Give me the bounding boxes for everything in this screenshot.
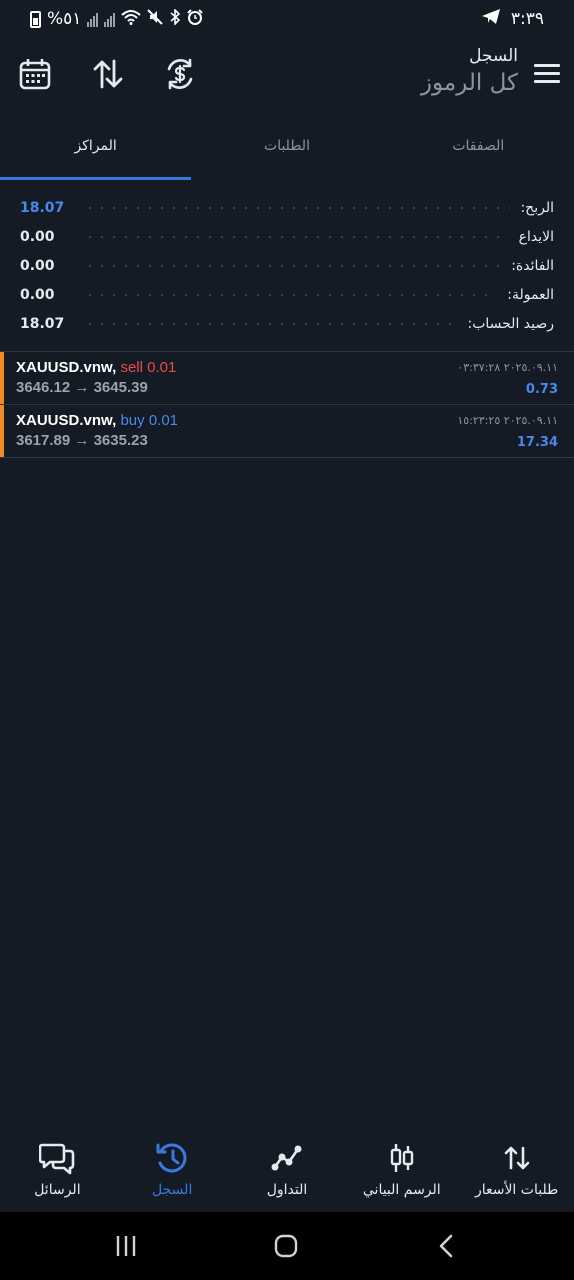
wifi-icon	[121, 9, 142, 30]
nav-label: التداول	[266, 1182, 308, 1198]
status-left: %٥١	[30, 7, 204, 30]
position-time: ٢٠٢٥.٠٩.١١ ١٥:٢٣:٢٥	[457, 414, 558, 427]
summary-row-profit: 18.07 الربح:	[0, 193, 574, 222]
summary-value: 0.00	[20, 228, 55, 245]
nav-messages[interactable]: الرسائل	[0, 1140, 115, 1212]
summary-value: 18.07	[20, 199, 65, 216]
position-direction: sell 0.01	[120, 359, 177, 376]
system-nav-bar	[0, 1212, 574, 1280]
summary-label: رصيد الحساب:	[467, 315, 554, 332]
menu-icon[interactable]	[534, 64, 560, 88]
nav-label: السجل	[152, 1182, 193, 1198]
clock-time: ٣:٣٩	[510, 9, 544, 29]
position-symbol-line: XAUUSD.vnw, sell 0.01	[16, 359, 176, 376]
summary-value: 0.00	[20, 286, 55, 303]
position-marker	[0, 352, 4, 404]
status-bar: %٥١ ٣:٣٩	[0, 0, 574, 38]
back-icon[interactable]	[438, 1234, 454, 1258]
position-time: ٢٠٢٥.٠٩.١١ ٠٣:٣٧:٢٨	[457, 361, 558, 374]
tab-deals[interactable]: الصفقات	[383, 126, 574, 180]
summary-label: الربح:	[520, 199, 554, 216]
close-price: 3645.39	[93, 379, 148, 396]
position-marker	[0, 405, 4, 457]
currency-icon[interactable]	[160, 54, 200, 94]
dotted-leader	[84, 264, 502, 267]
candlestick-icon	[388, 1140, 416, 1176]
nav-label: طلبات الأسعار	[474, 1182, 559, 1198]
summary-row-deposit: 0.00 الايداع	[0, 222, 574, 251]
summary-row-interest: 0.00 الفائدة:	[0, 251, 574, 280]
nav-quotes[interactable]: طلبات الأسعار	[459, 1140, 574, 1212]
position-symbol: XAUUSD.vnw,	[16, 412, 117, 429]
telegram-icon	[481, 8, 501, 30]
open-price: 3646.12	[16, 379, 71, 396]
trade-icon	[271, 1140, 303, 1176]
arrow-icon: →	[74, 379, 90, 396]
position-direction: buy 0.01	[120, 412, 179, 429]
dotted-leader	[84, 322, 458, 325]
signal-icon	[87, 12, 99, 27]
summary: 18.07 الربح: 0.00 الايداع 0.00 الفائدة: …	[0, 193, 574, 338]
status-right: ٣:٣٩	[481, 8, 544, 30]
tab-bar: المراكز الطلبات الصفقات	[0, 126, 574, 180]
summary-row-balance: 18.07 رصيد الحساب:	[0, 309, 574, 338]
chat-icon	[39, 1140, 75, 1176]
position-prices: 3617.89 → 3635.23	[16, 432, 148, 449]
screen: %٥١ ٣:٣٩ السجل كل الرموز المراكز الطلبات…	[0, 0, 574, 1280]
bottom-nav: الرسائل السجل التداول الرسم البياني طلبا…	[0, 1140, 574, 1212]
position-symbol: XAUUSD.vnw,	[16, 359, 117, 376]
signal-icon	[104, 12, 116, 27]
alarm-icon	[187, 8, 204, 30]
nav-history[interactable]: السجل	[115, 1140, 230, 1212]
header-title-block[interactable]: السجل كل الرموز	[421, 46, 518, 96]
nav-label: الرسم البياني	[362, 1182, 441, 1198]
battery-level: %٥١	[47, 9, 82, 29]
top-bar: السجل كل الرموز	[0, 42, 574, 112]
summary-label: الايداع	[518, 228, 554, 245]
open-price: 3617.89	[16, 432, 71, 449]
summary-label: العمولة:	[507, 286, 554, 303]
nav-chart[interactable]: الرسم البياني	[344, 1140, 459, 1212]
position-symbol-line: XAUUSD.vnw, buy 0.01	[16, 412, 178, 429]
home-icon[interactable]	[274, 1234, 298, 1258]
nav-trade[interactable]: التداول	[230, 1140, 345, 1212]
position-row[interactable]: XAUUSD.vnw, sell 0.01 3646.12 → 3645.39 …	[0, 352, 574, 405]
close-price: 3635.23	[93, 432, 148, 449]
tab-orders[interactable]: الطلبات	[191, 126, 382, 180]
position-profit: 0.73	[525, 382, 558, 397]
tab-positions[interactable]: المراكز	[0, 126, 192, 180]
nav-label: الرسائل	[34, 1182, 81, 1198]
summary-label: الفائدة:	[511, 257, 554, 274]
calendar-icon[interactable]	[15, 54, 55, 94]
header-title: كل الرموز	[420, 70, 518, 96]
position-profit: 17.34	[516, 435, 558, 450]
summary-value: 18.07	[20, 315, 65, 332]
quotes-icon	[503, 1140, 531, 1176]
position-prices: 3646.12 → 3645.39	[16, 379, 148, 396]
battery-icon	[30, 10, 41, 28]
sort-icon[interactable]	[88, 54, 128, 94]
mute-icon	[147, 8, 164, 30]
summary-row-commission: 0.00 العمولة:	[0, 280, 574, 309]
header-subtitle: السجل	[469, 46, 518, 66]
arrow-icon: →	[74, 432, 90, 449]
position-row[interactable]: XAUUSD.vnw, buy 0.01 3617.89 → 3635.23 ٢…	[0, 405, 574, 458]
recent-apps-icon[interactable]	[115, 1234, 137, 1258]
dotted-leader	[84, 235, 509, 238]
bluetooth-icon	[169, 7, 181, 30]
history-icon	[155, 1140, 189, 1176]
summary-value: 0.00	[20, 257, 55, 274]
dotted-leader	[84, 293, 498, 296]
dotted-leader	[84, 206, 511, 209]
